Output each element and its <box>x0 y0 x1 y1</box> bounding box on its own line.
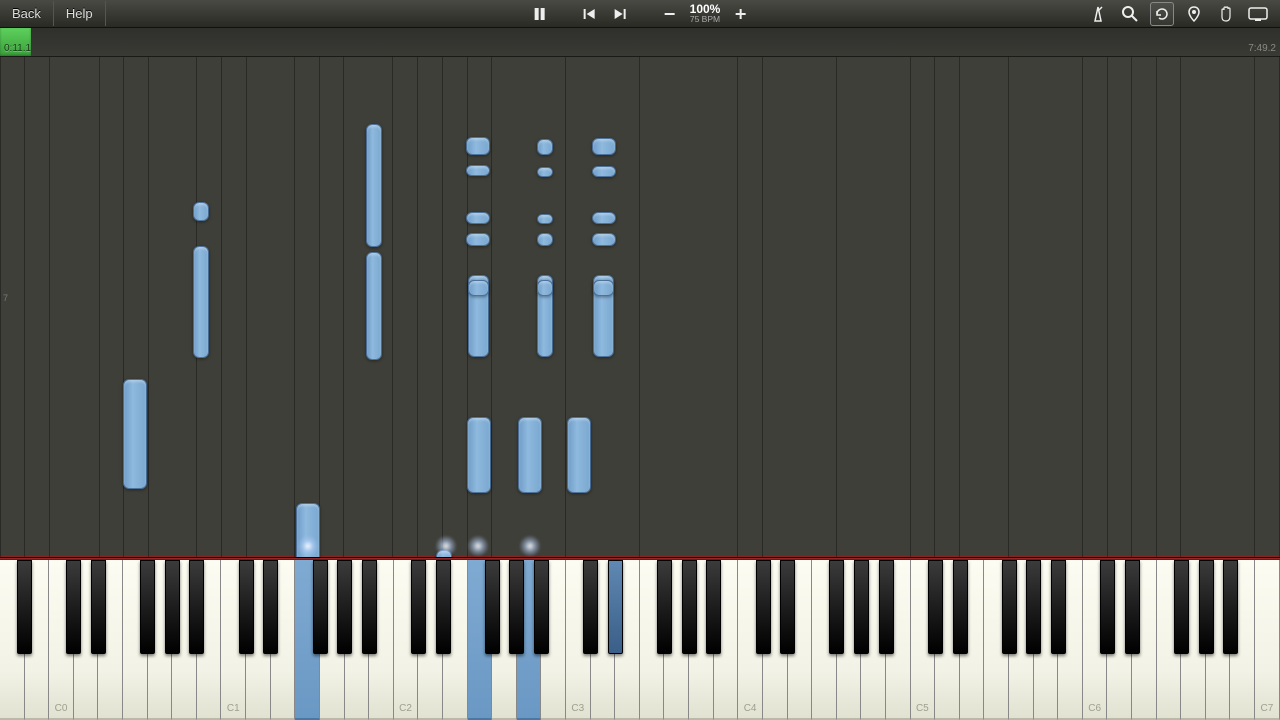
key-label: C4 <box>738 703 762 714</box>
zoom-out-button[interactable] <box>660 4 680 24</box>
loop-icon[interactable] <box>1150 2 1174 26</box>
black-key[interactable] <box>66 560 81 654</box>
black-key[interactable] <box>1125 560 1140 654</box>
black-key[interactable] <box>189 560 204 654</box>
black-key[interactable] <box>17 560 32 654</box>
note <box>592 233 616 246</box>
marker-icon[interactable] <box>1182 2 1206 26</box>
note <box>593 280 614 296</box>
help-button[interactable]: Help <box>54 1 106 26</box>
white-key[interactable]: C7 <box>1255 560 1280 720</box>
measure-number: 7 <box>3 293 8 303</box>
key-label: C1 <box>221 703 245 714</box>
black-key[interactable] <box>1100 560 1115 654</box>
black-key[interactable] <box>583 560 598 654</box>
note <box>537 233 553 246</box>
note <box>466 233 490 246</box>
black-key[interactable] <box>263 560 278 654</box>
note <box>123 379 147 489</box>
black-key[interactable] <box>608 560 623 654</box>
search-icon[interactable] <box>1118 2 1142 26</box>
black-key[interactable] <box>362 560 377 654</box>
black-key[interactable] <box>1174 560 1189 654</box>
note <box>592 166 616 177</box>
note <box>466 137 490 155</box>
bpm-label: 75 BPM <box>690 15 720 24</box>
display-icon[interactable] <box>1246 2 1270 26</box>
note <box>366 124 382 247</box>
black-key[interactable] <box>854 560 869 654</box>
black-key[interactable] <box>239 560 254 654</box>
note <box>537 139 553 155</box>
black-key[interactable] <box>313 560 328 654</box>
note <box>466 165 490 176</box>
note <box>567 417 591 493</box>
black-key[interactable] <box>756 560 771 654</box>
black-key[interactable] <box>780 560 795 654</box>
key-label: C0 <box>49 703 73 714</box>
metronome-icon[interactable] <box>1086 2 1110 26</box>
note <box>592 212 616 224</box>
black-key[interactable] <box>953 560 968 654</box>
black-key[interactable] <box>165 560 180 654</box>
note <box>518 417 542 493</box>
note <box>466 212 490 224</box>
note-roll[interactable]: 7 <box>0 57 1280 557</box>
black-key[interactable] <box>829 560 844 654</box>
black-key[interactable] <box>1199 560 1214 654</box>
black-key[interactable] <box>140 560 155 654</box>
black-key[interactable] <box>411 560 426 654</box>
note <box>537 214 553 224</box>
next-button[interactable] <box>610 4 630 24</box>
key-label: C5 <box>911 703 935 714</box>
pause-button[interactable] <box>530 4 550 24</box>
note <box>468 280 489 296</box>
time-current: 0:11.1 <box>4 43 31 54</box>
piano-keyboard[interactable]: C0 C1 C2 C3 C4 C5 C6 C7 <box>0 557 1280 720</box>
black-key[interactable] <box>534 560 549 654</box>
black-key[interactable] <box>928 560 943 654</box>
black-key[interactable] <box>509 560 524 654</box>
black-key[interactable] <box>1051 560 1066 654</box>
black-key[interactable] <box>657 560 672 654</box>
prev-button[interactable] <box>580 4 600 24</box>
toolbar: Back Help 100% 75 BPM <box>0 0 1280 28</box>
note <box>537 167 553 177</box>
note <box>467 417 491 493</box>
note <box>592 138 616 155</box>
hand-icon[interactable] <box>1214 2 1238 26</box>
note <box>366 252 382 360</box>
key-label: C3 <box>566 703 590 714</box>
black-key[interactable] <box>436 560 451 654</box>
black-key[interactable] <box>1026 560 1041 654</box>
black-key[interactable] <box>337 560 352 654</box>
black-key[interactable] <box>1002 560 1017 654</box>
key-label: C7 <box>1255 703 1279 714</box>
key-label: C2 <box>394 703 418 714</box>
note <box>193 202 209 221</box>
black-key[interactable] <box>1223 560 1238 654</box>
black-key[interactable] <box>706 560 721 654</box>
time-total: 7:49.2 <box>1248 43 1276 54</box>
black-key[interactable] <box>91 560 106 654</box>
zoom-info: 100% 75 BPM <box>690 3 721 24</box>
black-key[interactable] <box>682 560 697 654</box>
black-key[interactable] <box>879 560 894 654</box>
key-label: C6 <box>1083 703 1107 714</box>
black-key[interactable] <box>485 560 500 654</box>
progress-bar[interactable]: 0:11.1 7:49.2 <box>0 28 1280 57</box>
back-button[interactable]: Back <box>0 1 54 26</box>
note <box>193 246 209 358</box>
zoom-in-button[interactable] <box>730 4 750 24</box>
note <box>537 280 553 296</box>
